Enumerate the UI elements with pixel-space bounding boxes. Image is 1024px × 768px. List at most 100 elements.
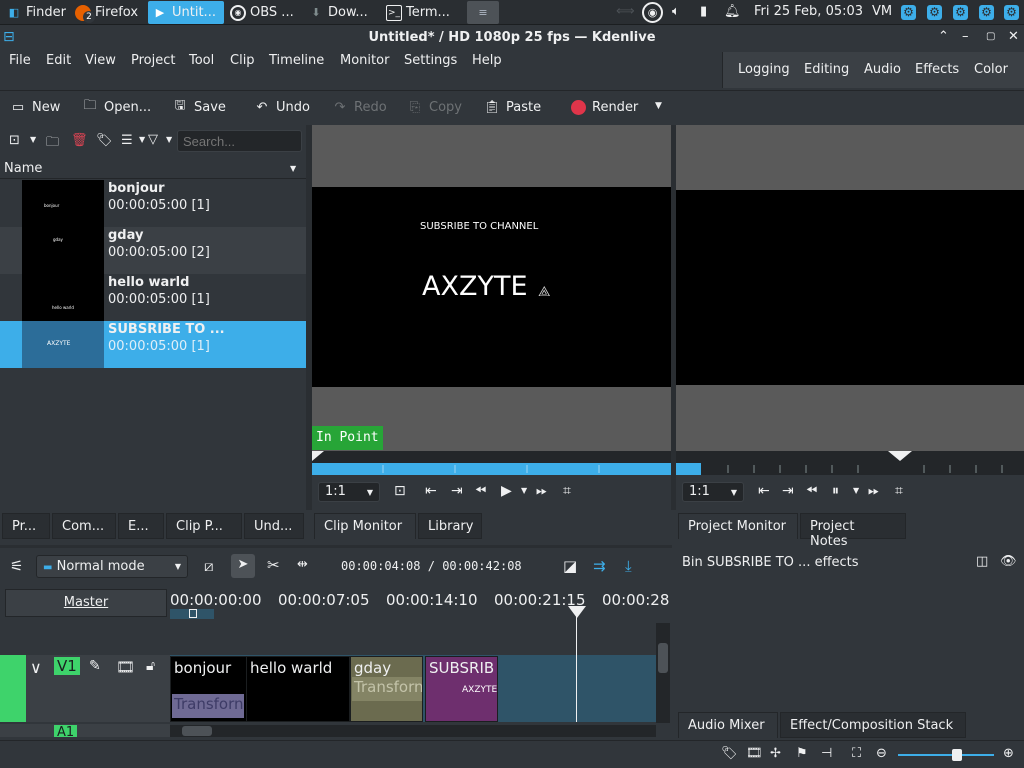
tab-effect-stack[interactable]: Effect/Composition Stack <box>780 712 966 738</box>
battery-icon[interactable]: ▮ <box>700 4 707 19</box>
paste-button[interactable]: 📋︎ Paste <box>484 99 541 115</box>
chevron-down-icon[interactable]: ▼ <box>30 135 36 144</box>
render-dropdown-icon[interactable]: ▼ <box>655 101 662 111</box>
add-clip-icon[interactable]: ⊡ <box>9 133 20 148</box>
zoom-ratio-select[interactable]: 1:1 ▼ <box>318 482 380 502</box>
obs-tray-icon[interactable]: ◉ <box>642 2 663 23</box>
lock-icon[interactable]: 🔓︎ <box>146 658 155 674</box>
zoom-slider-handle[interactable] <box>952 749 962 761</box>
save-button[interactable]: 🖫 Save <box>172 98 225 115</box>
clip-ruler[interactable] <box>312 451 671 475</box>
clip-monitor-screen[interactable]: SUBSRIBE TO CHANNEL AXZYTE ⟁ <box>312 187 671 387</box>
gear-icon[interactable]: ⚙ <box>927 5 942 20</box>
bin-item-selected[interactable]: AXZYTE SUBSRIBE TO ... 00:00:05:00 [1] <box>0 321 306 368</box>
timeline-clip[interactable]: bonjour Transforn <box>170 656 247 722</box>
gear-icon[interactable]: ⚙ <box>901 5 916 20</box>
transition[interactable]: Transforn <box>352 677 422 701</box>
bin-column-header[interactable]: Name ▼ <box>0 159 306 179</box>
tab-compositions[interactable]: Com... <box>52 513 116 539</box>
render-button[interactable]: Render <box>570 99 638 115</box>
task-downloads[interactable]: ⬇ Dow... <box>304 1 380 24</box>
gear-icon[interactable]: ⚙ <box>953 5 968 20</box>
project-ruler[interactable] <box>676 451 1024 475</box>
gear-icon[interactable]: ⚙ <box>979 5 994 20</box>
chevron-down-icon[interactable]: ▼ <box>139 135 145 144</box>
task-terminal[interactable]: >_ Term... <box>382 1 458 24</box>
timeline-ruler[interactable]: 00:00:00:00 00:00:07:05 00:00:14:10 00:0… <box>170 587 672 621</box>
chevron-down-icon[interactable]: ▼ <box>166 135 172 144</box>
split-compare-icon[interactable]: ◫ <box>976 554 988 569</box>
menu-monitor[interactable]: Monitor <box>340 53 389 68</box>
menu-edit[interactable]: Edit <box>46 53 71 68</box>
task-obs[interactable]: ◉ OBS ... <box>226 1 302 24</box>
set-out-icon[interactable]: ⇥ <box>782 483 794 499</box>
undo-button[interactable]: ↶ Undo <box>254 99 310 115</box>
split-audio-icon[interactable]: ⊣ <box>821 746 832 761</box>
splitter[interactable] <box>0 545 672 548</box>
chevron-down-icon[interactable]: ∨ <box>30 658 42 677</box>
clock[interactable]: Fri 25 Feb, 05:03 <box>754 4 863 19</box>
delete-icon[interactable]: 🗑︎ <box>71 133 88 148</box>
effect-icon[interactable]: ✎ <box>89 658 101 674</box>
tab-audio-mixer[interactable]: Audio Mixer <box>678 712 778 738</box>
layout-color[interactable]: Color <box>974 62 1008 77</box>
bin-search-input[interactable] <box>177 130 302 152</box>
snap-icon[interactable]: ✢ <box>770 746 781 761</box>
redo-button[interactable]: ↷ Redo <box>332 99 387 115</box>
filter-icon[interactable]: ▽ <box>148 132 158 147</box>
tab-project-notes[interactable]: Project Notes <box>800 513 906 549</box>
user-label[interactable]: VM <box>872 4 892 19</box>
menu-settings[interactable]: Settings <box>404 53 457 68</box>
tab-clip-properties[interactable]: Clip P... <box>166 513 242 539</box>
horizontal-scrollbar[interactable] <box>170 725 656 737</box>
track-name[interactable]: A1 <box>54 725 78 737</box>
timeline-clip[interactable]: hello warld <box>246 656 350 722</box>
film-icon[interactable]: 🎞︎ <box>746 746 763 761</box>
bell-icon[interactable]: 🔔︎ <box>724 4 741 19</box>
composite-icon[interactable]: ◪ <box>563 557 577 575</box>
bin-item[interactable]: hello warld hello warld 00:00:05:00 [1] <box>0 274 306 321</box>
layout-logging[interactable]: Logging <box>738 62 790 77</box>
tag-icon[interactable]: 🏷︎ <box>96 133 113 148</box>
film-icon[interactable]: 🎞︎ <box>116 658 135 676</box>
menu-project[interactable]: Project <box>131 53 175 68</box>
timeline-clip[interactable]: gday Transforn <box>350 656 423 722</box>
folder-icon[interactable]: 🗀 <box>46 133 59 155</box>
zoom-ratio-select[interactable]: 1:1 ▼ <box>682 482 744 502</box>
menu-view[interactable]: View <box>85 53 116 68</box>
chevron-up-icon[interactable]: ⌃ <box>938 29 949 44</box>
rewind-icon[interactable]: ⏪︎ <box>475 483 486 499</box>
track-name[interactable]: V1 <box>54 657 80 675</box>
set-in-icon[interactable]: ⇤ <box>425 483 437 499</box>
edit-mode-select[interactable]: ▬ Normal mode ▼ <box>36 555 188 578</box>
layout-effects[interactable]: Effects <box>915 62 959 77</box>
tab-project-monitor[interactable]: Project Monitor <box>678 513 798 539</box>
razor-multi-icon[interactable]: ⧄ <box>204 557 214 575</box>
insert-icon[interactable]: ⇉ <box>593 557 606 575</box>
tab-clip-monitor[interactable]: Clip Monitor <box>314 513 416 539</box>
menu-clip[interactable]: Clip <box>230 53 255 68</box>
minimize-button[interactable]: – <box>962 29 969 44</box>
playhead[interactable] <box>568 606 586 618</box>
list-view-icon[interactable]: ☰ <box>121 133 133 148</box>
zone-handle[interactable] <box>189 609 197 618</box>
track-active-indicator[interactable] <box>0 655 26 722</box>
chevron-down-icon[interactable]: ▼ <box>521 486 527 495</box>
crop-icon[interactable]: ⌗ <box>563 483 571 499</box>
bin-item[interactable]: bonjour bonjour 00:00:05:00 [1] <box>0 180 306 227</box>
set-out-icon[interactable]: ⇥ <box>451 483 463 499</box>
scissors-icon[interactable]: ✂ <box>267 556 280 574</box>
menu-help[interactable]: Help <box>472 53 502 68</box>
flag-icon[interactable]: ⚑ <box>796 746 808 761</box>
tab-project[interactable]: Pr... <box>2 513 50 539</box>
open-button[interactable]: 🗀 Open... <box>82 98 151 115</box>
tab-undo-history[interactable]: Und... <box>244 513 304 539</box>
project-monitor-screen[interactable] <box>676 190 1024 385</box>
copy-button[interactable]: ⎘ Copy <box>407 99 462 115</box>
overwrite-icon[interactable]: ⤓ <box>625 557 632 575</box>
tag-icon[interactable]: 🏷︎ <box>721 746 738 761</box>
rewind-icon[interactable]: ⏪︎ <box>806 483 817 499</box>
tab-effects[interactable]: E... <box>118 513 164 539</box>
task-kdenlive[interactable]: ▶ Untit... <box>148 1 224 24</box>
crop-icon[interactable]: ⌗ <box>895 483 903 499</box>
